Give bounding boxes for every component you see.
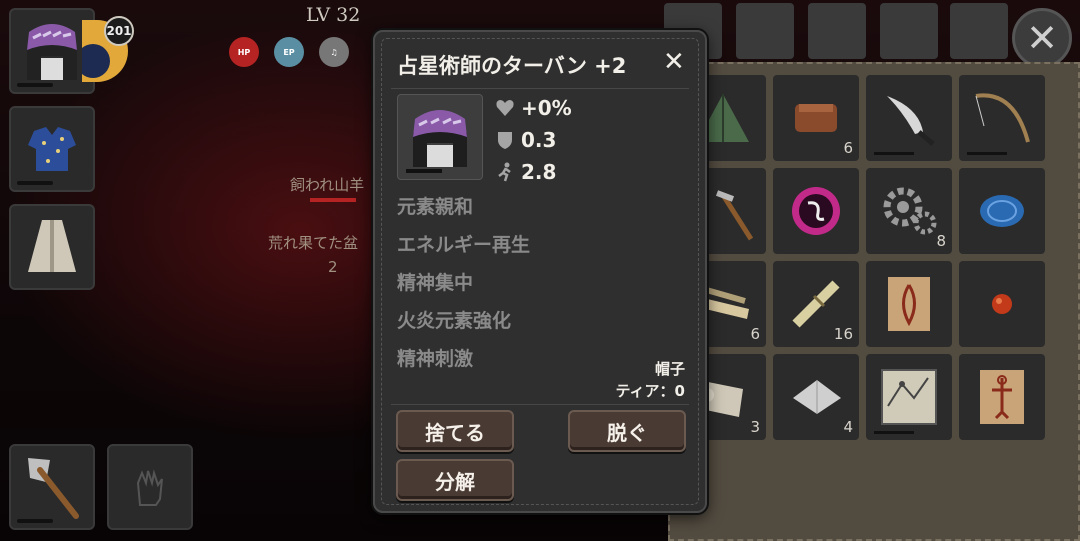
inventory-cell[interactable] (959, 261, 1045, 347)
enemy-name-2: 荒れ果てた盆 (268, 234, 359, 252)
close-icon: ✕ (1026, 16, 1058, 60)
hp-icon: HP (229, 37, 259, 67)
disassemble-button[interactable]: 分解 (396, 459, 514, 501)
enemy-health-bar (310, 198, 356, 202)
inventory-tab-3[interactable] (808, 3, 866, 59)
blue-robe-icon (28, 127, 76, 171)
close-popup-button[interactable]: ✕ (663, 47, 685, 77)
stat-row-speed: 2.8 (495, 160, 556, 184)
enchantment-item: 火炎元素強化 (397, 310, 512, 332)
hotbar-slot-1[interactable] (9, 444, 95, 530)
defense-value: 0.3 (521, 128, 557, 152)
inventory-cell[interactable]: 4 (773, 354, 859, 440)
inventory-cell[interactable] (866, 354, 952, 440)
inventory-cell[interactable] (773, 168, 859, 254)
inventory-cell[interactable] (959, 75, 1045, 161)
stat-row-hp: +0% (495, 96, 572, 120)
item-tier: ティア：0 (615, 382, 685, 400)
enemy-level: 2 (328, 258, 338, 276)
axe-icon (28, 458, 79, 519)
enchantment-item: エネルギー再生 (397, 234, 531, 256)
body-chart-icon (980, 370, 1024, 424)
sound-icon: ♫ (319, 37, 349, 67)
blue-gem-icon (980, 195, 1024, 227)
item-detail-popup: 占星術師のターバン +2 ✕ +0% 0.3 2.8 元素親和 エネルギー再生 … (373, 30, 707, 513)
fishing-rod-icon (975, 93, 1030, 143)
turban-icon (413, 110, 467, 167)
enchantment-item: 元素親和 (397, 196, 474, 218)
gear-icon (883, 187, 937, 235)
enemy-name-1: 飼われ山羊 (290, 176, 365, 194)
stat-row-defense: 0.3 (495, 128, 556, 152)
discard-button[interactable]: 捨てる (396, 410, 514, 452)
inventory-tab-2[interactable] (736, 3, 794, 59)
hp-bonus-value: +0% (521, 96, 572, 120)
hand-icon (136, 469, 163, 506)
red-seed-icon (992, 294, 1012, 314)
item-category: 帽子 (654, 360, 685, 378)
inventory-tab-4[interactable] (880, 3, 938, 59)
equip-slot-body[interactable] (9, 106, 95, 192)
inventory-cell[interactable]: 6 (773, 75, 859, 161)
player-level: LV 32 (306, 4, 361, 26)
inventory-cell[interactable] (866, 75, 952, 161)
running-icon (498, 162, 511, 182)
shield-icon (498, 132, 512, 149)
enchantment-item: 精神集中 (397, 272, 474, 294)
close-icon: ✕ (663, 47, 685, 77)
divider (391, 88, 689, 89)
item-title: 占星術師のターバン +2 (397, 54, 627, 78)
enchantment-item: 精神刺激 (397, 348, 474, 370)
inventory-tab-5[interactable] (950, 3, 1008, 59)
ep-icon: EP (274, 37, 304, 67)
heart-icon (496, 100, 514, 116)
knife-icon (887, 96, 935, 146)
equip-slot-cloak[interactable] (9, 204, 95, 290)
close-inventory-button[interactable]: ✕ (1012, 8, 1072, 68)
inventory-cell[interactable]: 16 (773, 261, 859, 347)
level-badge: 201 (104, 16, 134, 46)
purple-orb-icon (792, 187, 840, 235)
divider (391, 404, 689, 405)
brick-icon (795, 104, 837, 132)
hotbar-slot-2[interactable] (107, 444, 193, 530)
cloak-icon (28, 220, 76, 272)
turban-icon (27, 24, 77, 80)
item-icon-frame (397, 94, 483, 180)
inventory-cell[interactable] (866, 261, 952, 347)
inventory-cell[interactable]: 8 (866, 168, 952, 254)
cloth-icon (793, 380, 841, 414)
unequip-button[interactable]: 脱ぐ (568, 410, 686, 452)
map-icon (881, 369, 937, 425)
speed-value: 2.8 (521, 160, 557, 184)
scroll-rune-icon (888, 277, 930, 331)
inventory-cell[interactable] (959, 354, 1045, 440)
inventory-cell[interactable] (959, 168, 1045, 254)
